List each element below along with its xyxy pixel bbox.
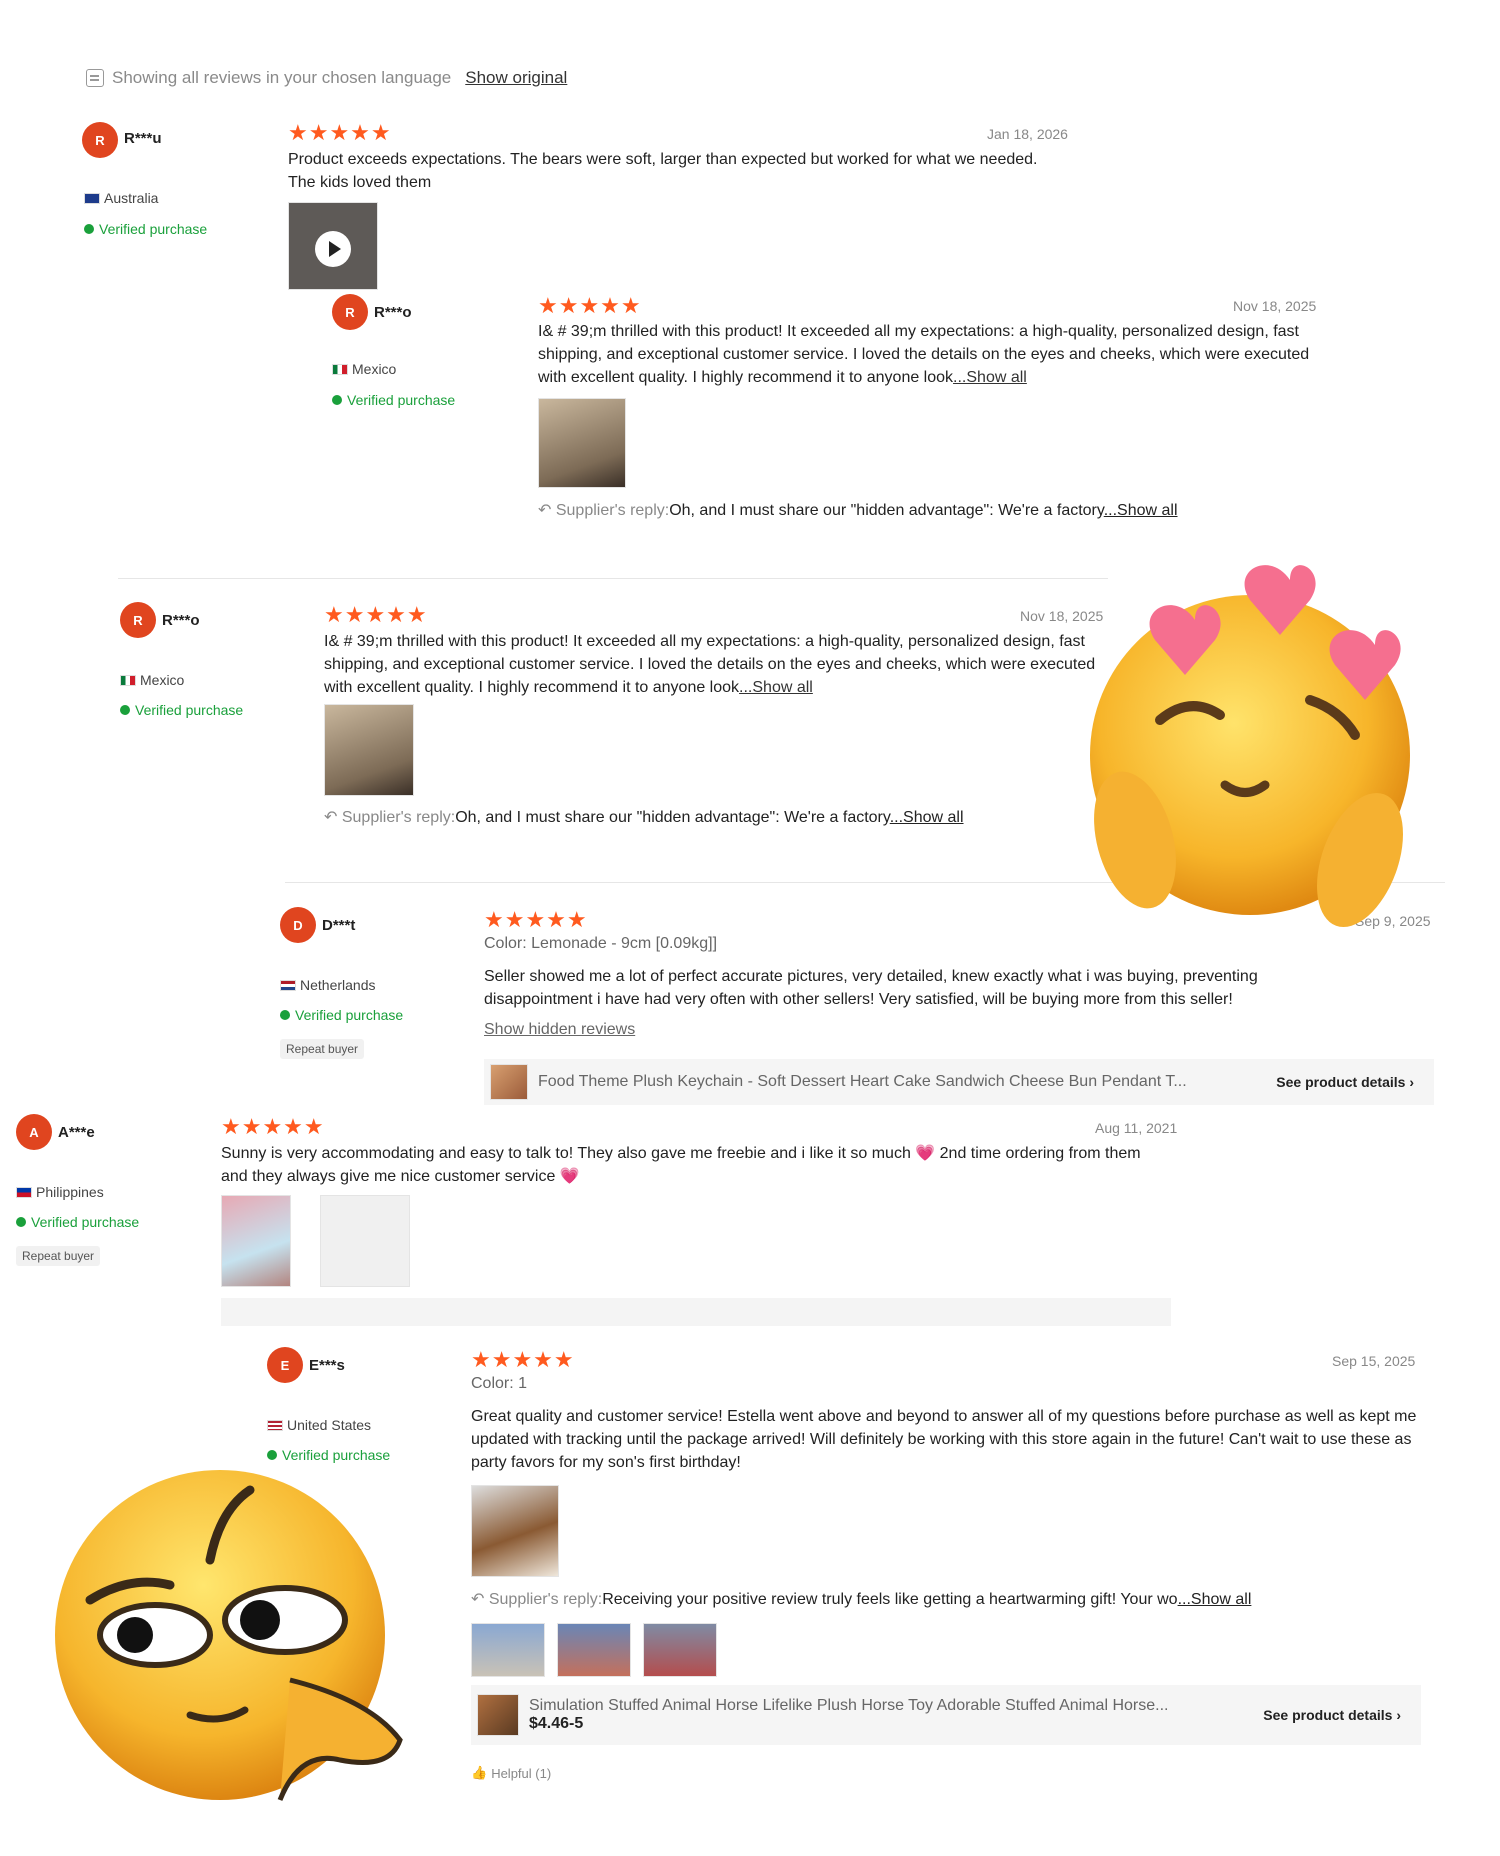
reply-show-all-link[interactable]: ...Show all [1178,1591,1252,1608]
review-photo[interactable] [320,1195,410,1287]
reviewer-country: Mexico [332,361,396,377]
avatar: D [280,907,316,943]
variant-color: Color: Lemonade - 9cm [0.09kg]] [484,935,718,952]
play-icon[interactable] [315,231,351,267]
philippines-flag-icon [16,1186,32,1198]
supplier-reply: ↶ Supplier's reply:Receiving your positi… [471,1591,1252,1608]
reviewer-name: R***o [162,612,200,629]
star-rating: ★★★★★ [538,293,642,318]
review-photo[interactable] [538,398,626,488]
review-date: Nov 18, 2025 [1233,298,1317,314]
review-text: Seller showed me a lot of perfect accura… [484,968,1258,1008]
star-rating: ★★★★★ [288,120,392,145]
show-all-link[interactable]: ...Show all [953,369,1027,386]
check-icon [16,1217,26,1227]
translate-icon [86,69,104,87]
review-date: Sep 15, 2025 [1332,1353,1416,1369]
reply-show-all-link[interactable]: ...Show all [890,809,964,826]
repeat-buyer-badge: Repeat buyer [16,1246,101,1266]
product-row[interactable]: Simulation Stuffed Animal Horse Lifelike… [471,1685,1421,1745]
check-icon [332,395,342,405]
smirking-side-eye-emoji [55,1470,403,1801]
product-price: $4.46-5 [529,1715,584,1732]
verified-badge: Verified purchase [332,392,455,408]
review-text: I& # 39;m thrilled with this product! It… [324,633,1096,696]
verified-badge: Verified purchase [120,702,243,718]
reply-icon: ↶ [538,502,556,519]
reviewer-name: R***o [374,304,412,321]
australia-flag-icon [84,192,100,204]
review-card: R R***o Mexico Verified purchase ★★★★★ N… [118,600,1118,870]
review-photo[interactable] [324,704,414,796]
show-hidden-reviews-link[interactable]: Show hidden reviews [484,1021,635,1039]
see-product-details-link[interactable]: See product details › [1276,1074,1414,1090]
review-photo[interactable] [471,1485,559,1577]
reviewer-country: Australia [84,190,158,206]
review-text: I& # 39;m thrilled with this product! It… [538,323,1310,386]
avatar: R [120,602,156,638]
reply-show-all-link[interactable]: ...Show all [1104,502,1178,519]
verified-badge: Verified purchase [84,221,207,237]
divider [118,578,1108,579]
avatar: R [82,122,118,158]
check-icon [280,1010,290,1020]
reviewer-country: Netherlands [280,977,376,993]
check-icon [84,224,94,234]
review-card: A A***e Philippines Verified purchase Re… [10,1112,1180,1342]
review-card: E E***s United States Verified purchase … [265,1345,1465,1815]
mexico-flag-icon [120,674,136,686]
language-note: Showing all reviews in your chosen langu… [112,68,452,87]
reply-icon: ↶ [324,809,342,826]
product-title: Simulation Stuffed Animal Horse Lifelike… [529,1697,1169,1714]
show-all-link[interactable]: ...Show all [739,679,813,696]
reviewer-name: D***t [322,917,356,934]
see-product-details-link[interactable]: See product details › [1263,1707,1401,1723]
variant-color: Color: 1 [471,1375,528,1392]
show-original-link[interactable]: Show original [465,68,567,88]
unavailable-product-row [221,1298,1171,1326]
reviewer-name: E***s [309,1357,345,1374]
star-rating: ★★★★★ [324,602,428,627]
reviewer-name: A***e [58,1124,95,1141]
smiling-face-with-hearts-emoji [1090,565,1410,928]
avatar: E [267,1347,303,1383]
review-card: R R***o Mexico Verified purchase ★★★★★ N… [290,290,1330,540]
avatar: A [16,1114,52,1150]
reply-photo[interactable] [643,1623,717,1677]
reviewer-country: Mexico [120,672,184,688]
reply-photo[interactable] [557,1623,631,1677]
reviewer-name: R***u [124,130,162,147]
reviewer-country: Philippines [16,1184,104,1200]
review-video-thumbnail[interactable] [288,202,378,290]
supplier-reply: ↶ Supplier's reply:Oh, and I must share … [324,809,964,826]
product-thumbnail [477,1694,519,1736]
avatar: R [332,294,368,330]
review-text: Product exceeds expectations. The bears … [288,151,1038,191]
reply-icon: ↶ [471,1591,489,1608]
language-note-bar: Showing all reviews in your chosen langu… [86,68,567,88]
reply-photo[interactable] [471,1623,545,1677]
review-date: Jan 18, 2026 [987,126,1068,142]
star-rating: ★★★★★ [471,1347,575,1372]
netherlands-flag-icon [280,979,296,991]
thumbs-up-icon: 👍 [471,1765,488,1780]
review-date: Aug 11, 2021 [1095,1120,1178,1136]
reviewer-country: United States [267,1417,371,1433]
product-title: Food Theme Plush Keychain - Soft Dessert… [538,1073,1187,1090]
review-text: Great quality and customer service! Este… [471,1408,1417,1471]
check-icon [120,705,130,715]
product-row[interactable]: Food Theme Plush Keychain - Soft Dessert… [484,1059,1434,1105]
helpful-button[interactable]: 👍 Helpful (1) [471,1765,551,1781]
product-thumbnail [490,1064,528,1100]
review-text: Sunny is very accommodating and easy to … [221,1145,1141,1185]
verified-badge: Verified purchase [16,1214,139,1230]
star-rating: ★★★★★ [221,1114,325,1139]
verified-badge: Verified purchase [280,1007,403,1023]
review-photo[interactable] [221,1195,291,1287]
star-rating: ★★★★★ [484,907,588,932]
mexico-flag-icon [332,363,348,375]
united-states-flag-icon [267,1419,283,1431]
repeat-buyer-badge: Repeat buyer [280,1039,365,1059]
supplier-reply: ↶ Supplier's reply:Oh, and I must share … [538,502,1178,519]
